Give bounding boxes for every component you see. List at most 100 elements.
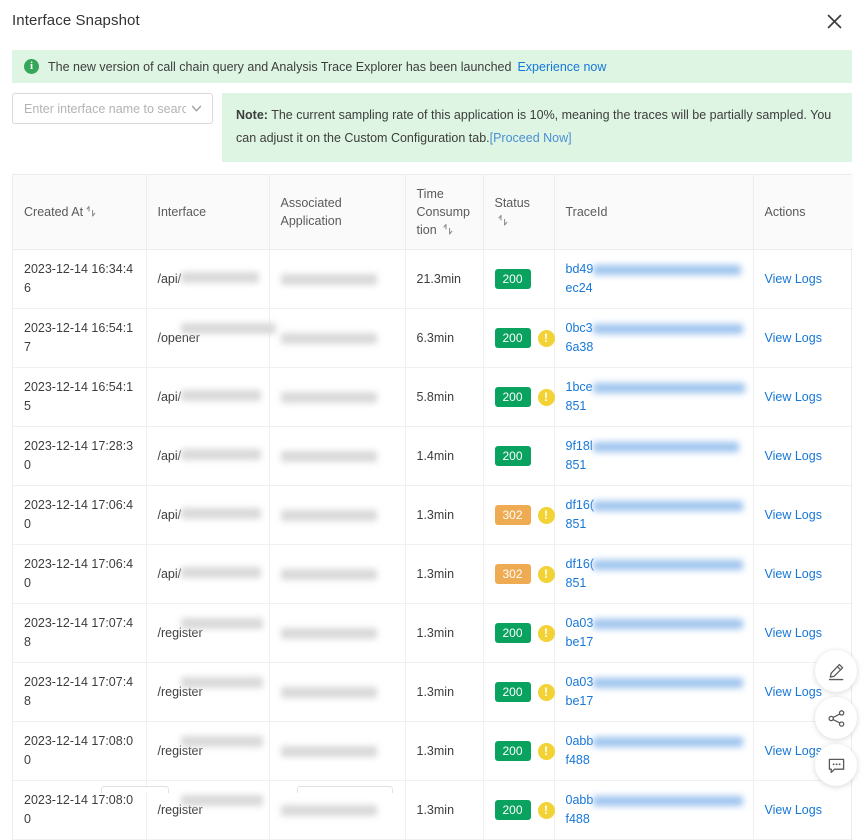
status-badge: 200 [494,682,531,702]
redacted-text [180,449,261,460]
cell-interface: /regis­ter [146,662,270,722]
cell-traceid[interactable]: df16(851 [554,485,754,545]
view-logs-link[interactable]: View Logs [765,331,822,345]
status-badge: 200 [494,328,531,348]
cell-traceid[interactable]: 1bce 851 [554,367,754,427]
pencil-edit-icon[interactable] [815,650,857,692]
status-badge: 200 [494,446,531,466]
traceid-prefix: 0abb [565,793,594,807]
table-body: 2023-12-14 16:34:46/api/21.3min 200 bd49 ec… [13,249,853,840]
cell-traceid[interactable]: df16(851 [554,544,754,604]
cell-actions: View Logs [753,308,853,368]
sort-icon[interactable] [443,223,453,236]
column-label: Created At [24,205,84,219]
redacted-text [180,508,261,519]
warning-icon[interactable]: ! [537,388,555,406]
warning-icon[interactable]: ! [537,801,555,819]
cell-associated-application [269,426,406,486]
cell-traceid[interactable]: 0a03 be17 [554,603,754,663]
warning-icon[interactable]: ! [537,506,555,524]
redacted-text [280,509,377,521]
status-badge: 200 [494,800,531,820]
table-row: 2023-12-14 17:06:40/api/1.3min 302! df16(8… [13,485,853,545]
interface-value: /api/ [157,566,182,581]
cell-traceid[interactable]: 0a03 be17 [554,662,754,722]
column-label: Interface [157,205,207,219]
cell-time-consumption: 1.4min [405,426,484,486]
interface-value: /api/ [157,507,182,522]
warning-icon[interactable]: ! [537,624,555,642]
cell-interface: /api/ [146,367,270,427]
redacted-text [280,332,377,344]
warning-icon[interactable]: ! [537,742,555,760]
experience-now-link[interactable]: Experience now [517,60,606,74]
cell-created-at: 2023-12-14 16:34:46 [13,249,147,309]
traceid-suffix: f488 [565,812,590,826]
view-logs-link[interactable]: View Logs [765,508,822,522]
feedback-chat-icon[interactable] [815,744,857,786]
column-header-created-at[interactable]: Created At [13,175,147,250]
redacted-text [280,568,377,580]
search-input[interactable]: Enter interface name to search [12,93,213,124]
view-logs-link[interactable]: View Logs [765,390,822,404]
cell-traceid[interactable]: bd49 ec24 [554,249,754,309]
cell-created-at: 2023-12-14 17:07:48 [13,662,147,722]
redacted-text [280,391,377,403]
view-logs-link[interactable]: View Logs [765,803,822,817]
partial-control-right[interactable] [297,786,393,793]
cell-traceid[interactable]: 9f18l 851 [554,426,754,486]
redacted-text [280,450,377,462]
traceid-suffix: 6a38 [565,340,594,354]
redacted-text [280,686,377,698]
redacted-text [180,567,261,578]
table-row: 2023-12-14 16:34:46/api/21.3min 200 bd49 ec… [13,249,853,309]
view-logs-link[interactable]: View Logs [765,272,822,286]
view-logs-link[interactable]: View Logs [765,744,822,758]
redacted-text [180,618,263,629]
cell-status: 302! [483,544,555,604]
warning-icon[interactable]: ! [537,329,555,347]
cell-associated-application [269,249,406,309]
snapshot-table-container: Created At Interface Associated Applicat… [12,174,853,840]
cell-time-consumption: 1.3min [405,662,484,722]
sort-icon[interactable] [497,214,508,227]
traceid-prefix: 0bc3 [565,321,593,335]
share-icon[interactable] [815,697,857,739]
table-row: 2023-12-14 17:08:00/regis­ter 1.3min 200! 0… [13,721,853,781]
cell-traceid[interactable]: 0abb f488 [554,721,754,781]
note-label: Note: [236,108,268,122]
view-logs-link[interactable]: View Logs [765,685,822,699]
info-banner-text: The new version of call chain query and … [48,59,512,74]
partial-control-left[interactable] [101,786,169,793]
cell-traceid[interactable]: 0bc3 6a38 [554,308,754,368]
redacted-text [280,745,377,757]
cell-associated-application [269,485,406,545]
traceid-prefix: bd49 [565,262,594,276]
status-badge: 302 [494,564,531,584]
traceid-suffix: be17 [565,635,594,649]
proceed-now-link[interactable]: [Proceed Now] [490,131,572,145]
view-logs-link[interactable]: View Logs [765,449,822,463]
cell-status: 200! [483,367,555,427]
warning-icon[interactable]: ! [537,683,555,701]
view-logs-link[interactable]: View Logs [765,567,822,581]
warning-icon[interactable]: ! [537,565,555,583]
close-icon[interactable] [822,9,846,33]
column-header-time-consumption[interactable]: Time Consumption [405,175,484,250]
redacted-traceid [592,560,743,570]
chevron-down-icon[interactable] [190,102,203,115]
cell-time-consumption: 6.3min [405,308,484,368]
column-header-status[interactable]: Status [483,175,555,250]
sort-icon[interactable] [86,205,96,218]
cell-time-consumption: 5.8min [405,367,484,427]
view-logs-link[interactable]: View Logs [765,626,822,640]
cell-status: 200 [483,249,555,309]
cell-time-consumption: 1.3min [405,544,484,604]
cell-interface: /api/ [146,544,270,604]
status-badge: 200 [494,741,531,761]
cell-associated-application [269,544,406,604]
cell-actions: View Logs [753,426,853,486]
redacted-traceid [592,324,743,334]
traceid-prefix: 0a03 [565,675,594,689]
traceid-prefix: df16( [565,557,595,571]
